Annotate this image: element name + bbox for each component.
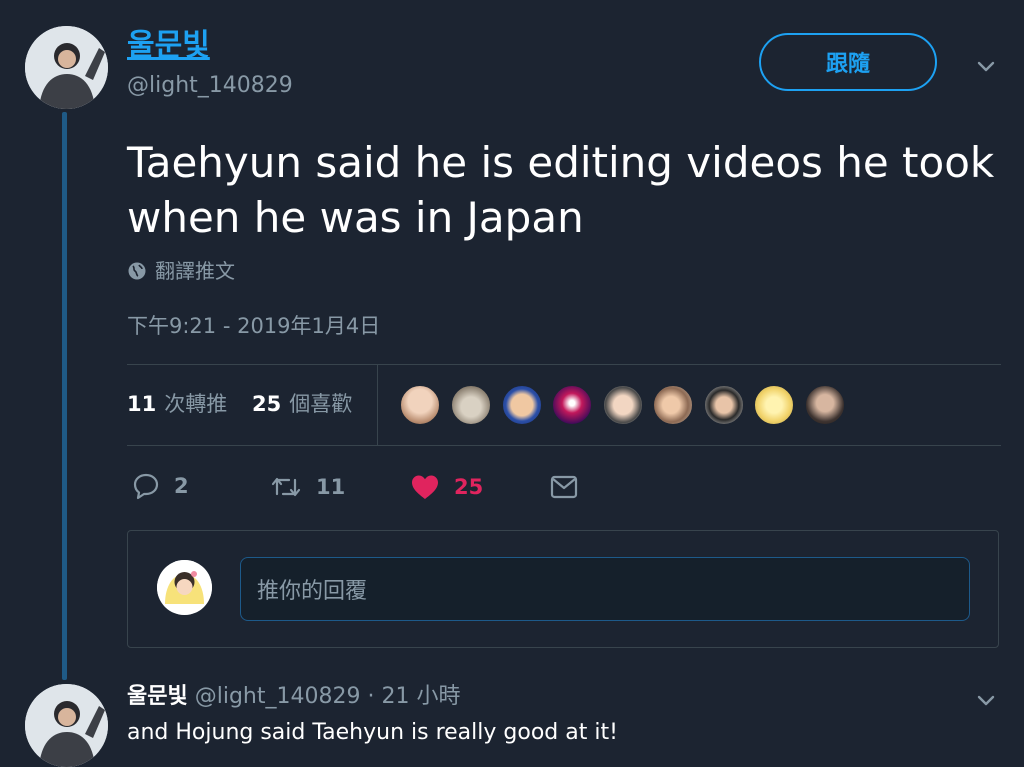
reply-bubble-icon: [133, 473, 159, 500]
author-name[interactable]: 울문빛: [127, 28, 210, 64]
reply-header[interactable]: 울문빛 @light_140829 · 21 小時: [127, 682, 460, 712]
tweet-text: Taehyun said he is editing videos he too…: [127, 138, 995, 242]
envelope-icon: [550, 475, 578, 499]
liker-avatar[interactable]: [501, 384, 543, 426]
stats-divider-top: [127, 364, 1001, 365]
reply-author-avatar[interactable]: [25, 684, 108, 767]
cartoon-avatar-icon: [157, 560, 212, 615]
liker-avatar[interactable]: [602, 384, 644, 426]
translate-tweet-link[interactable]: 翻譯推文: [127, 258, 235, 284]
retweets-count: 11: [127, 392, 157, 416]
tweet-timestamp[interactable]: 下午9:21 - 2019年1月4日: [127, 312, 380, 340]
retweet-count: 11: [316, 475, 346, 499]
heart-icon: [412, 475, 438, 499]
retweet-action[interactable]: 11: [270, 474, 345, 500]
like-action[interactable]: 25: [410, 473, 483, 501]
retweet-icon: [271, 477, 301, 497]
likes-stat[interactable]: 25 個喜歡: [252, 390, 352, 418]
stats-divider-vertical: [377, 364, 378, 446]
likes-count: 25: [252, 392, 282, 416]
author-handle[interactable]: @light_140829: [127, 72, 293, 100]
person-silhouette-icon: [25, 26, 108, 109]
globe-icon: [128, 262, 146, 280]
retweets-stat[interactable]: 11 次轉推: [127, 390, 227, 418]
reply-action[interactable]: 2: [132, 472, 189, 500]
liker-avatar[interactable]: [450, 384, 492, 426]
thread-line: [62, 112, 67, 680]
like-count: 25: [454, 475, 484, 499]
person-silhouette-icon: [25, 684, 108, 767]
current-user-avatar: [157, 560, 212, 615]
liker-avatar[interactable]: [804, 384, 846, 426]
reply-text: and Hojung said Taehyun is really good a…: [127, 720, 618, 745]
reply-menu-chevron-icon[interactable]: [977, 692, 995, 714]
retweets-label: 次轉推: [164, 392, 228, 416]
reply-author-name[interactable]: 울문빛: [127, 684, 188, 709]
reply-meta: @light_140829 · 21 小時: [194, 684, 461, 709]
liker-avatar[interactable]: [753, 384, 795, 426]
liker-avatar[interactable]: [551, 384, 593, 426]
stats-divider-bottom: [127, 445, 1001, 446]
reply-input-placeholder: 推你的回覆: [257, 579, 368, 604]
likes-label: 個喜歡: [289, 392, 353, 416]
direct-message-action[interactable]: [550, 475, 578, 499]
liker-avatar[interactable]: [652, 384, 694, 426]
liker-avatar[interactable]: [703, 384, 745, 426]
liker-avatar[interactable]: [399, 384, 441, 426]
translate-tweet-label: 翻譯推文: [155, 259, 235, 283]
reply-count: 2: [174, 474, 189, 498]
tweet-menu-chevron-icon[interactable]: [977, 58, 995, 80]
author-avatar[interactable]: [25, 26, 108, 109]
reply-input[interactable]: 推你的回覆: [240, 557, 970, 621]
follow-button[interactable]: 跟隨: [759, 33, 937, 91]
